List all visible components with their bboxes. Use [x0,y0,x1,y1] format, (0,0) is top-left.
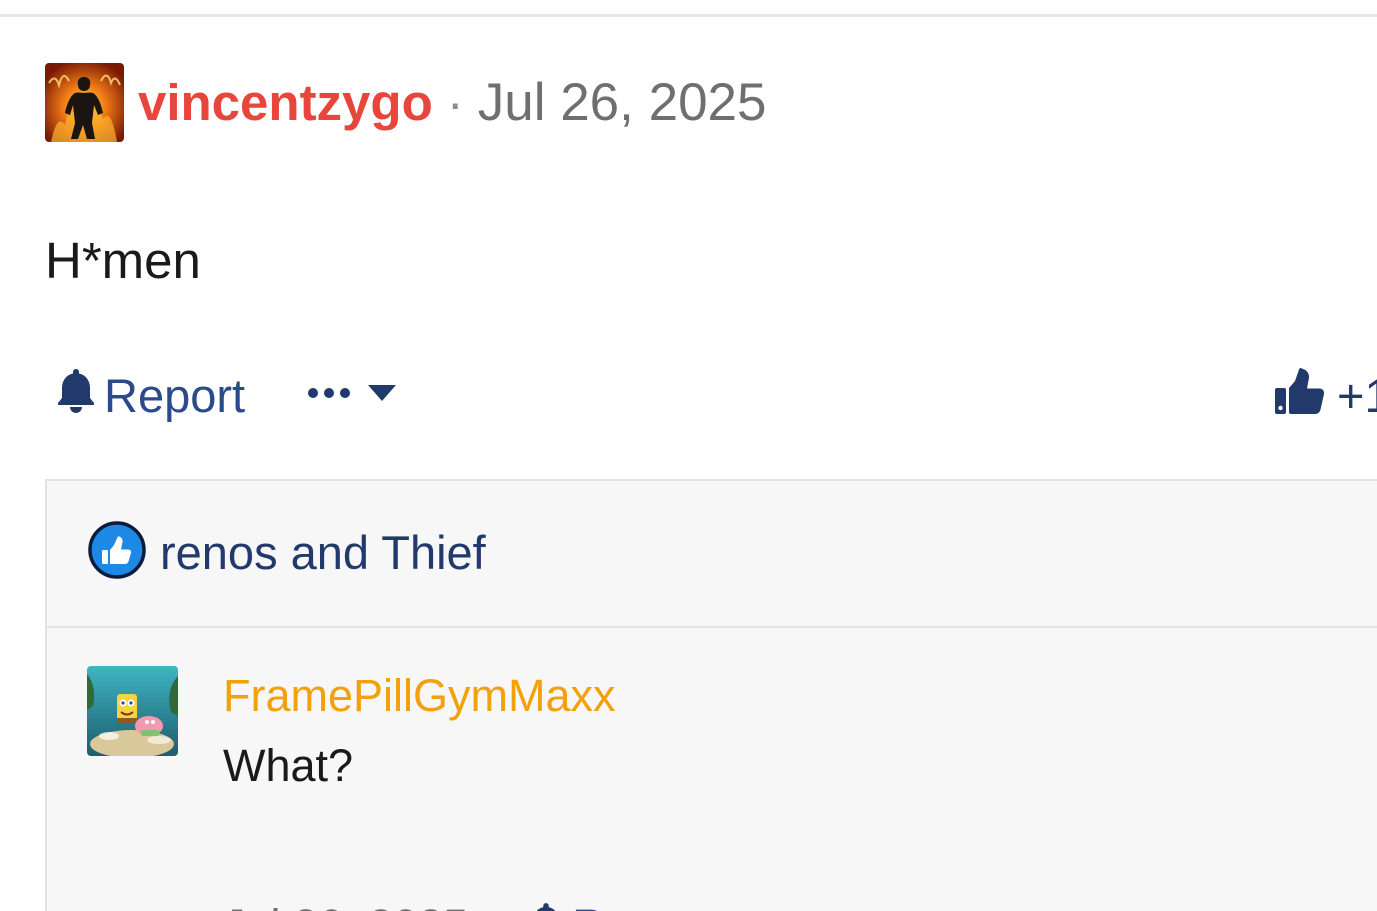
comment-report-label: Report [572,903,707,911]
commenter-avatar[interactable] [87,666,178,756]
comment-footer: Jul 26, 2025 Report [223,901,707,911]
comment-body-text: What? [223,740,354,791]
like-count: +1 [1337,368,1377,422]
reactions-summary[interactable]: renos and Thief [88,520,486,584]
report-label: Report [104,368,246,422]
reactions-and-replies-panel: renos and Thief FramePillGymMaxx What? [45,479,1377,911]
like-button[interactable]: +1 [1273,364,1377,426]
post-body-text: H*men [45,232,201,289]
author-avatar[interactable] [45,62,124,142]
comment-author-name[interactable]: FramePillGymMaxx [223,673,616,718]
bell-icon [56,367,96,424]
post-author-name[interactable]: vincentzygo [138,77,433,128]
thumbs-up-icon [1273,364,1325,427]
more-options-menu[interactable] [307,384,397,407]
forum-page: vincentzygo · Jul 26, 2025 H*men Report [0,0,1377,911]
bell-icon [528,901,564,911]
post-header: vincentzygo · Jul 26, 2025 [45,62,767,142]
ellipsis-icon [307,386,351,405]
comment-report-button[interactable]: Report [528,901,707,911]
separator-dot: · [446,73,464,131]
top-divider [0,14,1377,17]
chevron-down-icon [367,384,397,407]
thumbs-up-reaction-icon [88,520,146,584]
panel-divider [47,626,1377,628]
comment-date[interactable]: Jul 26, 2025 [223,903,468,911]
reactions-users: renos and Thief [160,525,486,579]
post-date[interactable]: Jul 26, 2025 [478,76,767,129]
post-action-bar: Report [56,364,397,426]
report-button[interactable]: Report [56,367,245,424]
